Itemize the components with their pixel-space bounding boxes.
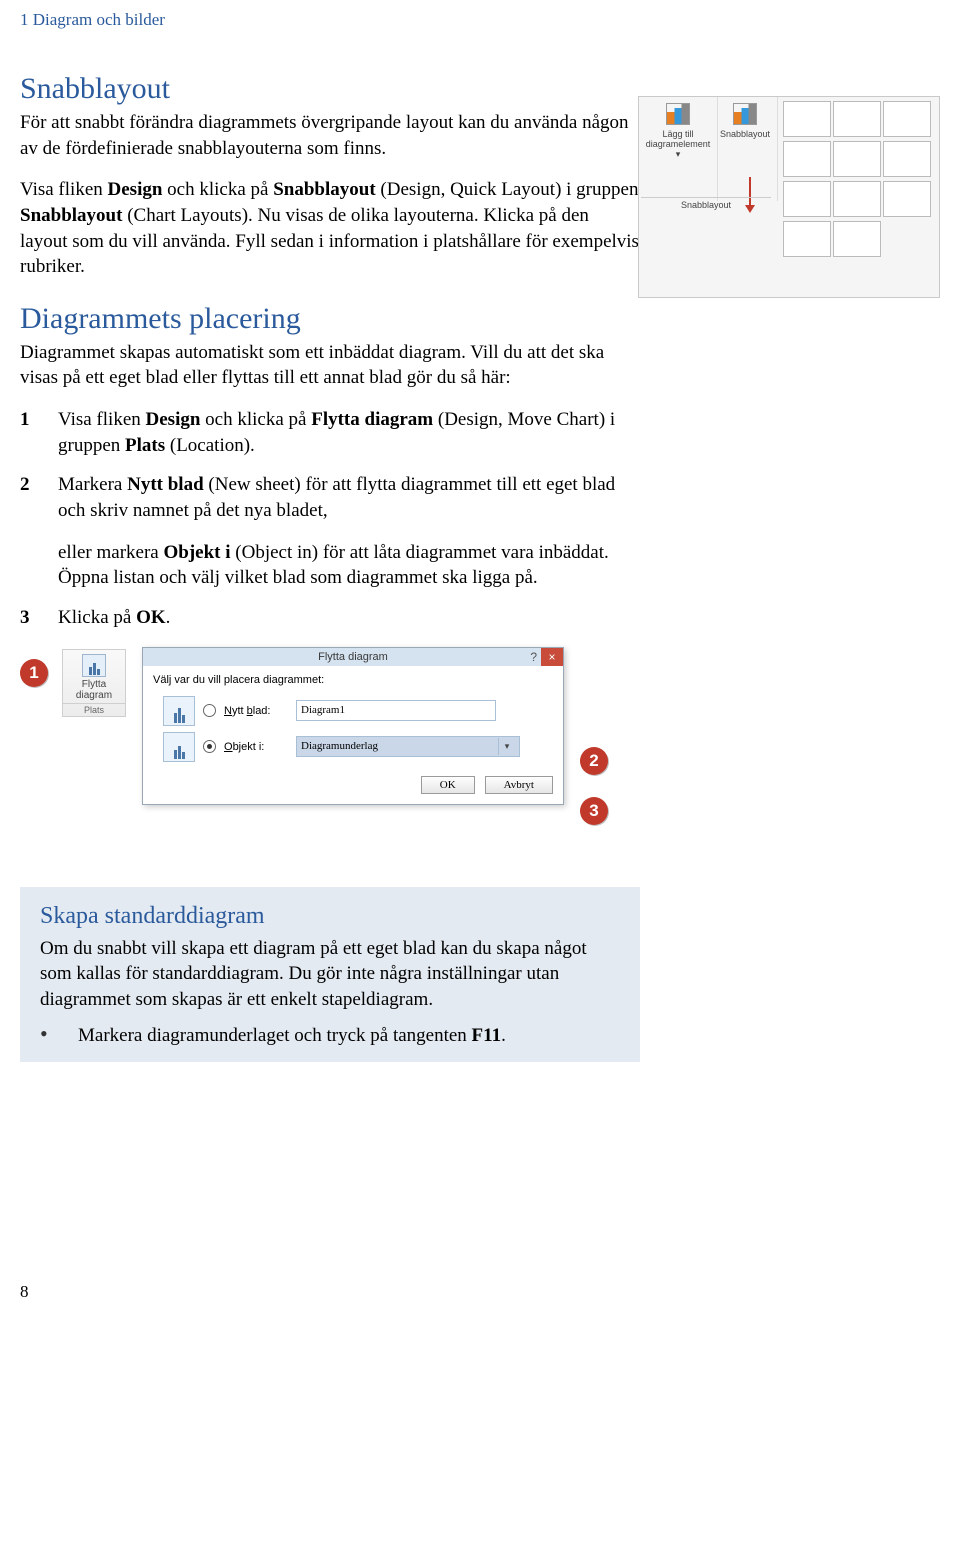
layout-thumb[interactable]	[783, 101, 831, 137]
layout-thumb[interactable]	[783, 181, 831, 217]
callout-3: 3	[580, 797, 608, 825]
tip-bullet: • Markera diagramunderlaget och tryck på…	[40, 1023, 620, 1049]
layout-thumb[interactable]	[883, 141, 931, 177]
tip-box: Skapa standarddiagram Om du snabbt vill …	[20, 887, 640, 1063]
step-2: 2 Markera Nytt blad (New sheet) för att …	[20, 472, 640, 523]
add-chart-element-label: Lägg till diagramelement ▾	[643, 129, 713, 160]
layout-thumb[interactable]	[833, 221, 881, 257]
move-chart-label-1: Flytta	[63, 679, 125, 690]
step-1: 1 Visa fliken Design och klicka på Flytt…	[20, 407, 640, 458]
option-object-in-row: Objekt i: Diagramunderlag ▾	[163, 732, 553, 762]
chapter-header: 1 Diagram och bilder	[20, 0, 900, 50]
callout-2: 2	[580, 747, 608, 775]
close-icon[interactable]: ×	[541, 648, 563, 666]
quicklayout-icon	[733, 103, 757, 125]
add-chart-element-icon	[666, 103, 690, 125]
section1-p1: För att snabbt förändra diagrammets över…	[20, 110, 640, 161]
move-chart-group: Plats	[63, 703, 125, 715]
steps-list: 1 Visa fliken Design och klicka på Flytt…	[20, 407, 640, 524]
label-object-in: Objekt i:	[224, 741, 288, 753]
ok-button[interactable]: OK	[421, 776, 475, 794]
object-in-icon	[163, 732, 195, 762]
label-new-sheet: NNytt blad:ytt blad:	[224, 705, 288, 717]
move-chart-label-2: diagram	[63, 690, 125, 701]
layout-thumb[interactable]	[883, 101, 931, 137]
layout-thumb[interactable]	[783, 141, 831, 177]
radio-object-in[interactable]	[203, 740, 216, 753]
ribbon-quicklayout-gallery: Lägg till diagramelement ▾ Snabblayout S…	[638, 96, 940, 298]
layout-gallery[interactable]	[783, 101, 935, 257]
move-chart-dialog: Flytta diagram ? × Välj var du vill plac…	[142, 647, 564, 805]
page-number: 8	[20, 1282, 640, 1302]
layout-thumb[interactable]	[783, 221, 831, 257]
move-chart-icon	[82, 654, 106, 677]
section1-p2: Visa fliken Design och klicka på Snabbla…	[20, 177, 640, 280]
tip-body: Om du snabbt vill skapa ett diagram på e…	[40, 936, 620, 1013]
section2-intro: Diagrammet skapas automatiskt som ett in…	[20, 340, 640, 391]
layout-thumb[interactable]	[833, 181, 881, 217]
layout-thumb[interactable]	[883, 181, 931, 217]
quicklayout-label: Snabblayout	[717, 129, 773, 139]
chevron-down-icon[interactable]: ▾	[498, 738, 515, 755]
dialog-title: Flytta diagram	[318, 651, 388, 663]
dialog-lead-text: Välj var du vill placera diagrammet:	[153, 674, 553, 686]
combo-object-in[interactable]: Diagramunderlag ▾	[296, 736, 520, 757]
help-icon[interactable]: ?	[530, 650, 537, 664]
cancel-button[interactable]: Avbryt	[485, 776, 553, 794]
tip-title: Skapa standarddiagram	[40, 903, 620, 930]
option-new-sheet-row: NNytt blad:ytt blad: Diagram1	[163, 696, 553, 726]
step-2-sub: eller markera Objekt i (Object in) för a…	[58, 540, 640, 591]
callout-1: 1	[20, 659, 48, 687]
input-new-sheet-name[interactable]: Diagram1	[296, 700, 496, 721]
radio-new-sheet[interactable]	[203, 704, 216, 717]
step-3: 3 Klicka på OK.	[20, 605, 640, 631]
dialog-titlebar: Flytta diagram ? ×	[143, 648, 563, 666]
combo-value: Diagramunderlag	[301, 738, 378, 755]
layout-thumb[interactable]	[833, 101, 881, 137]
steps-list-3: 3 Klicka på OK.	[20, 605, 640, 631]
move-chart-button[interactable]: Flytta diagram Plats	[62, 649, 126, 717]
layout-thumb[interactable]	[833, 141, 881, 177]
add-chart-element-button[interactable]: Lägg till diagramelement ▾	[639, 97, 718, 201]
section-title-placering: Diagrammets placering	[20, 302, 640, 336]
section-title-snabblayout: Snabblayout	[20, 72, 640, 106]
ribbon-group-caption: Snabblayout	[641, 197, 771, 210]
quicklayout-button[interactable]: Snabblayout	[713, 97, 778, 201]
new-sheet-icon	[163, 696, 195, 726]
